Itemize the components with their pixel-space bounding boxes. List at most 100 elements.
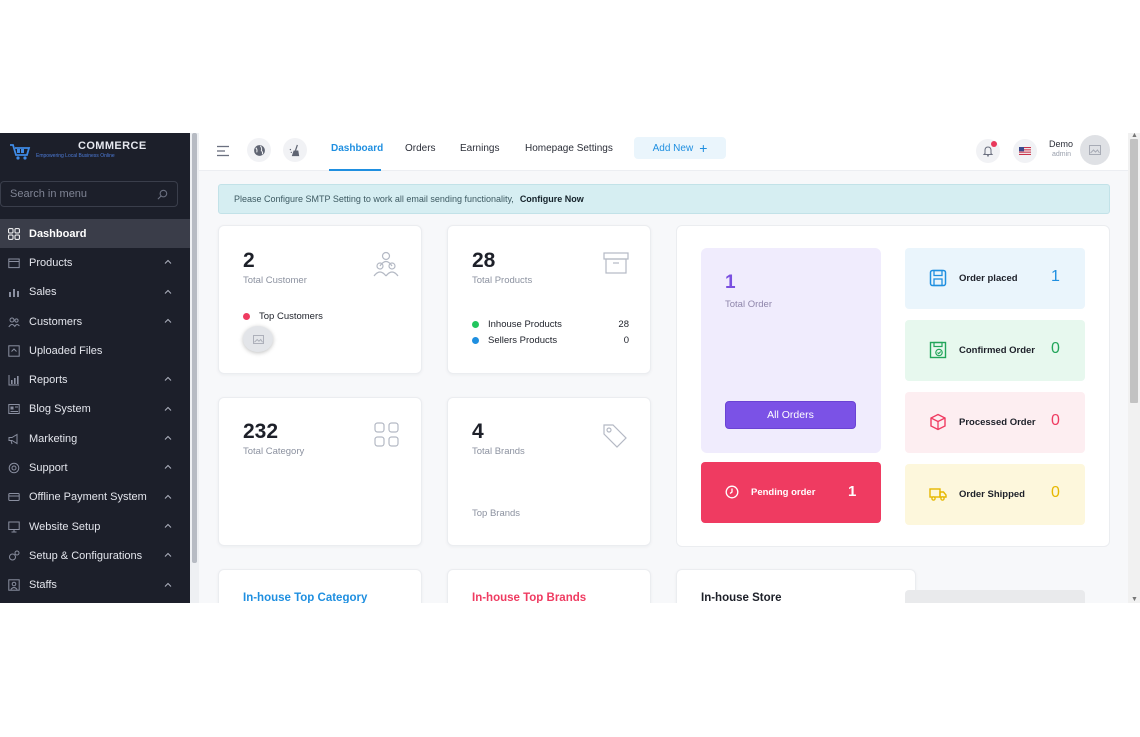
sidebar-item-label: Staffs	[29, 579, 57, 592]
sidebar-item-products[interactable]: Products	[0, 248, 190, 277]
processed-order-card[interactable]: Processed Order 0	[905, 392, 1085, 453]
order-shipped-label: Order Shipped	[959, 489, 1025, 500]
menu-toggle-icon[interactable]	[217, 145, 231, 157]
order-placed-label: Order placed	[959, 273, 1018, 284]
chevron-up-icon	[164, 377, 172, 382]
sidebar-item-label: Blog System	[29, 403, 91, 416]
cart-logo-icon	[10, 144, 31, 160]
all-orders-button[interactable]: All Orders	[725, 401, 856, 429]
sidebar-item-sales[interactable]: Sales	[0, 278, 190, 307]
chevron-up-icon	[164, 318, 172, 323]
sidebar-item-marketing[interactable]: Marketing	[0, 424, 190, 453]
logo[interactable]: COMMERCE Empowering Local Business Onlin…	[0, 133, 190, 173]
total-products-value: 28	[472, 249, 496, 272]
sidebar-item-label: Customers	[29, 315, 83, 328]
browse-website-button[interactable]	[247, 138, 271, 162]
sidebar-item-uploaded-files[interactable]: Uploaded Files	[0, 336, 190, 365]
monitor-icon	[7, 520, 21, 534]
order-shipped-card[interactable]: Order Shipped 0	[905, 464, 1085, 525]
processed-order-label: Processed Order	[959, 417, 1036, 428]
megaphone-icon	[7, 432, 21, 446]
top-category-card: In-house Top Category	[218, 569, 422, 603]
sidebar-item-label: Support	[29, 462, 68, 475]
staff-icon	[7, 578, 21, 592]
pending-order-card[interactable]: Pending order 1	[701, 462, 881, 523]
main-scrollbar[interactable]: ▲ ▼	[1128, 133, 1140, 603]
total-customer-value: 2	[243, 249, 255, 272]
sidebar-scrollbar[interactable]	[190, 133, 199, 603]
configure-now-link[interactable]: Configure Now	[520, 194, 584, 204]
add-new-button[interactable]: Add New +	[634, 137, 726, 159]
sidebar-item-offline-payment-system[interactable]: Offline Payment System	[0, 483, 190, 512]
add-new-label: Add New	[652, 142, 694, 154]
sidebar-item-label: Website Setup	[29, 520, 101, 533]
sidebar-item-blog-system[interactable]: Blog System	[0, 395, 190, 424]
sidebar-item-label: Dashboard	[29, 227, 87, 240]
users-icon	[7, 315, 21, 329]
total-brands-label: Total Brands	[472, 446, 525, 457]
tab-orders[interactable]: Orders	[405, 143, 436, 154]
order-placed-value: 1	[1051, 268, 1060, 285]
alert-message: Please Configure SMTP Setting to work al…	[234, 194, 514, 204]
total-brands-card: 4 Total Brands Top Brands	[447, 397, 651, 546]
chevron-up-icon	[164, 260, 172, 265]
inhouse-products-value: 28	[618, 319, 629, 330]
placeholder-bar	[905, 590, 1085, 603]
total-order-label: Total Order	[725, 299, 772, 310]
pending-order-value: 1	[848, 483, 857, 500]
confirmed-order-card[interactable]: Confirmed Order 0	[905, 320, 1085, 381]
total-customer-card: 2 Total Customer Top Customers	[218, 225, 422, 374]
notifications-button[interactable]	[976, 139, 1000, 163]
menu-search-placeholder: Search in menu	[10, 188, 88, 200]
sidebar-item-label: Offline Payment System	[29, 491, 147, 504]
tab-homepage-settings[interactable]: Homepage Settings	[525, 143, 613, 154]
sidebar-item-staffs[interactable]: Staffs	[0, 571, 190, 600]
globe-icon	[253, 144, 265, 156]
total-products-card: 28 Total Products Inhouse Products 28 Se…	[447, 225, 651, 374]
sidebar-item-setup-configurations[interactable]: Setup & Configurations	[0, 541, 190, 570]
active-tab-indicator	[329, 169, 381, 171]
customer-avatar[interactable]	[243, 326, 273, 352]
main-scroll-thumb[interactable]	[1130, 139, 1138, 403]
clear-cache-button[interactable]	[283, 138, 307, 162]
sidebar-item-support[interactable]: Support	[0, 453, 190, 482]
user-name[interactable]: Demo	[1049, 139, 1073, 149]
user-role: admin	[1052, 151, 1072, 158]
language-switcher[interactable]	[1013, 139, 1037, 163]
sidebar-item-label: Reports	[29, 374, 68, 387]
top-bar: Dashboard Orders Earnings Homepage Setti…	[199, 133, 1140, 171]
tab-earnings[interactable]: Earnings	[460, 143, 499, 154]
sidebar-item-label: Products	[29, 256, 73, 269]
sidebar-item-customers[interactable]: Customers	[0, 307, 190, 336]
sidebar-item-dashboard[interactable]: Dashboard	[0, 219, 190, 249]
menu-search-input[interactable]: Search in menu	[0, 181, 178, 207]
top-brands-title: In-house Top Brands	[472, 592, 587, 603]
sidebar-item-reports[interactable]: Reports	[0, 365, 190, 394]
truck-icon	[929, 488, 947, 501]
sellers-products-value: 0	[623, 335, 629, 346]
tab-dashboard[interactable]: Dashboard	[331, 143, 383, 154]
inhouse-products-label: Inhouse Products	[488, 319, 562, 330]
sidebar-item-website-setup[interactable]: Website Setup	[0, 512, 190, 541]
legend-bullet	[472, 321, 479, 328]
scroll-down-icon[interactable]: ▼	[1131, 596, 1138, 603]
top-customers-legend: Top Customers	[243, 311, 400, 322]
legend-bullet	[472, 337, 479, 344]
sidebar-scroll-thumb[interactable]	[192, 133, 197, 563]
total-brands-value: 4	[472, 420, 484, 443]
clock-icon	[725, 485, 739, 499]
payment-icon	[7, 490, 21, 504]
processed-order-value: 0	[1051, 412, 1060, 429]
inhouse-products-row: Inhouse Products 28	[472, 319, 629, 330]
top-category-title: In-house Top Category	[243, 592, 368, 603]
total-category-label: Total Category	[243, 446, 305, 457]
total-category-value: 232	[243, 420, 279, 443]
chevron-up-icon	[164, 582, 172, 587]
top-brands-label: Top Brands	[472, 508, 521, 519]
order-placed-card[interactable]: Order placed 1	[905, 248, 1085, 309]
sidebar-item-label: Marketing	[29, 432, 78, 445]
chevron-up-icon	[164, 435, 172, 440]
avatar[interactable]	[1080, 135, 1110, 165]
total-customer-label: Total Customer	[243, 275, 307, 286]
chevron-up-icon	[164, 406, 172, 411]
